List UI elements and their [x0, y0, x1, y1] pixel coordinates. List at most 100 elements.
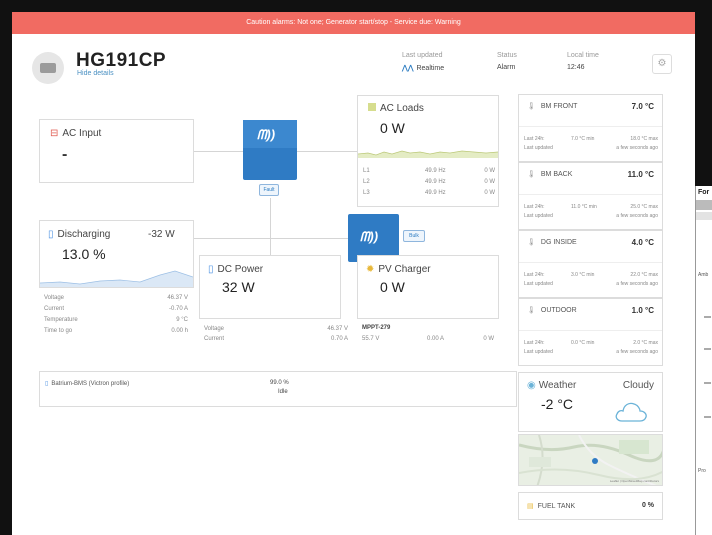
detail-row: Current -0.70 A [44, 306, 188, 312]
status: Status Alarm [497, 52, 517, 71]
temperature-card[interactable]: 🌡︎ BM BACK 11.0 °C Last 24h: 11.0 °C min 25… [518, 162, 663, 230]
map-attribution[interactable]: Leaflet | OpenStreetMap contributors [610, 479, 659, 483]
detail-row: Voltage 46.37 V [44, 295, 188, 301]
sliders-icon: ⚙ [657, 58, 667, 69]
battery-icon: ▯ [45, 381, 49, 387]
dc-power-details: Voltage 46.37 V Current 0.70 A [199, 321, 348, 351]
ac-loads-sparkline [358, 150, 498, 158]
bms-name: Batrium-BMS (Victron profile) [51, 381, 130, 387]
overlay-tick [704, 382, 711, 384]
pv-charger-details: MPPT-279 55.7 V 0.00 A 0 W [357, 321, 499, 351]
battery-soc: 13.0 % [62, 246, 106, 262]
detail-row: Temperature 9 °C [44, 317, 188, 323]
battery-power: -32 W [148, 229, 175, 240]
thermometer-icon: 🌡︎ [527, 103, 536, 110]
overlay-label: Pro [698, 468, 706, 474]
last-updated-label: Last updated [402, 52, 443, 59]
connector-line [297, 151, 358, 152]
pv-power: 0 W [483, 336, 494, 342]
inverter-state-badge: Fault [259, 184, 279, 196]
ac-input-value: - [62, 146, 68, 163]
realtime-icon: ⋀⋀ [402, 65, 414, 72]
status-label: Status [497, 52, 517, 59]
tank-icon: ▤ [527, 503, 534, 510]
battery-icon: ▯ [208, 264, 214, 275]
inverter-icon[interactable]: ᗰ)) [243, 120, 297, 180]
dc-power-title: DC Power [217, 264, 264, 275]
location-pin-icon: ◉ [527, 380, 536, 391]
bms-soc: 99.0 % [270, 380, 289, 386]
temperature-value: 4.0 °C [631, 238, 654, 247]
overlay-window[interactable]: For Amb Pro [695, 186, 712, 535]
temperature-value: 11.0 °C [627, 170, 654, 179]
victron-logo-icon: ᗰ)) [360, 229, 379, 244]
temperature-card[interactable]: 🌡︎ BM FRONT 7.0 °C Last 24h: 7.0 °C min 18.… [518, 94, 663, 162]
ac-input-title: AC Input [62, 128, 102, 139]
overlay-tick [704, 416, 711, 418]
thermometer-icon: 🌡︎ [527, 307, 536, 314]
battery-icon: ▯ [48, 229, 54, 240]
settings-button[interactable]: ⚙ [652, 54, 672, 74]
pv-current: 0.00 A [427, 336, 445, 342]
sun-icon: ✹ [366, 264, 375, 275]
temperature-value: 7.0 °C [631, 102, 654, 111]
overlay-tick [704, 316, 711, 318]
app-frame: Caution alarms: Not one; Generator start… [0, 0, 712, 535]
bms-state: Idle [278, 389, 288, 395]
ac-loads-value: 0 W [380, 120, 405, 136]
hide-details-link[interactable]: Hide details [77, 70, 114, 77]
battery-card[interactable]: ▯ Discharging -32 W 13.0 % [39, 220, 194, 288]
victron-logo-icon: ᗰ)) [257, 127, 276, 142]
battery-details: Voltage 46.37 V Current -0.70 A Temperatur… [39, 290, 194, 342]
local-time-label: Local time [567, 52, 599, 59]
device-header: HG191CP Hide details Last updated ⋀⋀ Real… [32, 46, 672, 86]
connector-line [270, 198, 271, 238]
pv-charger-value: 0 W [380, 279, 405, 295]
ac-input-card[interactable]: ⊟ AC Input - [39, 119, 194, 183]
fuel-tank-name: FUEL TANK [537, 503, 576, 510]
connector-line [270, 238, 271, 256]
pv-charger-card[interactable]: ✹ PV Charger 0 W [357, 255, 499, 319]
screen-border-left [0, 0, 12, 535]
device-name: HG191CP [76, 50, 167, 71]
overlay-title: For [698, 189, 710, 196]
overlay-tick [704, 348, 711, 350]
local-time: Local time 12:46 [567, 52, 599, 71]
alarm-banner[interactable]: Caution alarms: Not one; Generator start… [12, 12, 695, 34]
weather-temperature: -2 °C [541, 396, 574, 412]
weather-condition: Cloudy [622, 380, 654, 391]
last-updated-value: Realtime [416, 65, 445, 72]
dc-power-card[interactable]: ▯ DC Power 32 W [199, 255, 341, 319]
location-map[interactable]: Leaflet | OpenStreetMap contributors [518, 434, 663, 486]
mppt-model: MPPT-279 [362, 325, 391, 331]
last-updated: Last updated ⋀⋀ Realtime [402, 52, 444, 72]
ac-loads-title: AC Loads [380, 103, 424, 114]
ac-loads-card[interactable]: AC Loads 0 W L1 49.9 Hz 0 W L2 49.9 Hz 0 W L… [357, 95, 499, 207]
bms-card[interactable]: ▯ Batrium-BMS (Victron profile) 99.0 % Id… [39, 371, 517, 407]
battery-title: Discharging [57, 229, 111, 240]
status-value: Alarm [497, 64, 516, 71]
fuel-tank-card[interactable]: ▤ FUEL TANK 0 % [518, 492, 663, 520]
device-icon [32, 52, 64, 84]
detail-row: Voltage 46.37 V [204, 326, 348, 332]
charger-state-badge: Bulk [403, 230, 425, 242]
pv-voltage: 55.7 V [362, 336, 380, 342]
overlay-toolbar [696, 200, 712, 210]
detail-row: Current 0.70 A [204, 336, 348, 342]
battery-sparkline [40, 270, 193, 287]
overlay-label: Amb [698, 272, 709, 278]
pv-charger-title: PV Charger [378, 264, 431, 275]
fuel-tank-level: 0 % [641, 502, 654, 509]
thermometer-icon: 🌡︎ [527, 239, 536, 246]
thermometer-icon: 🌡︎ [527, 171, 536, 178]
plug-icon: ⊟ [50, 128, 59, 139]
cloud-icon [615, 402, 647, 422]
local-time-value: 12:46 [567, 64, 585, 71]
dashboard: HG191CP Hide details Last updated ⋀⋀ Real… [12, 34, 695, 535]
dc-power-value: 32 W [222, 279, 255, 295]
temperature-value: 1.0 °C [631, 306, 654, 315]
weather-card[interactable]: ◉ Weather Cloudy -2 °C [518, 372, 663, 432]
temperature-card[interactable]: 🌡︎ OUTDOOR 1.0 °C Last 24h: 0.0 °C min 2.0 … [518, 298, 663, 366]
temperature-card[interactable]: 🌡︎ DG INSIDE 4.0 °C Last 24h: 3.0 °C min 22… [518, 230, 663, 298]
detail-row: Time to go 0.00 h [44, 328, 188, 334]
